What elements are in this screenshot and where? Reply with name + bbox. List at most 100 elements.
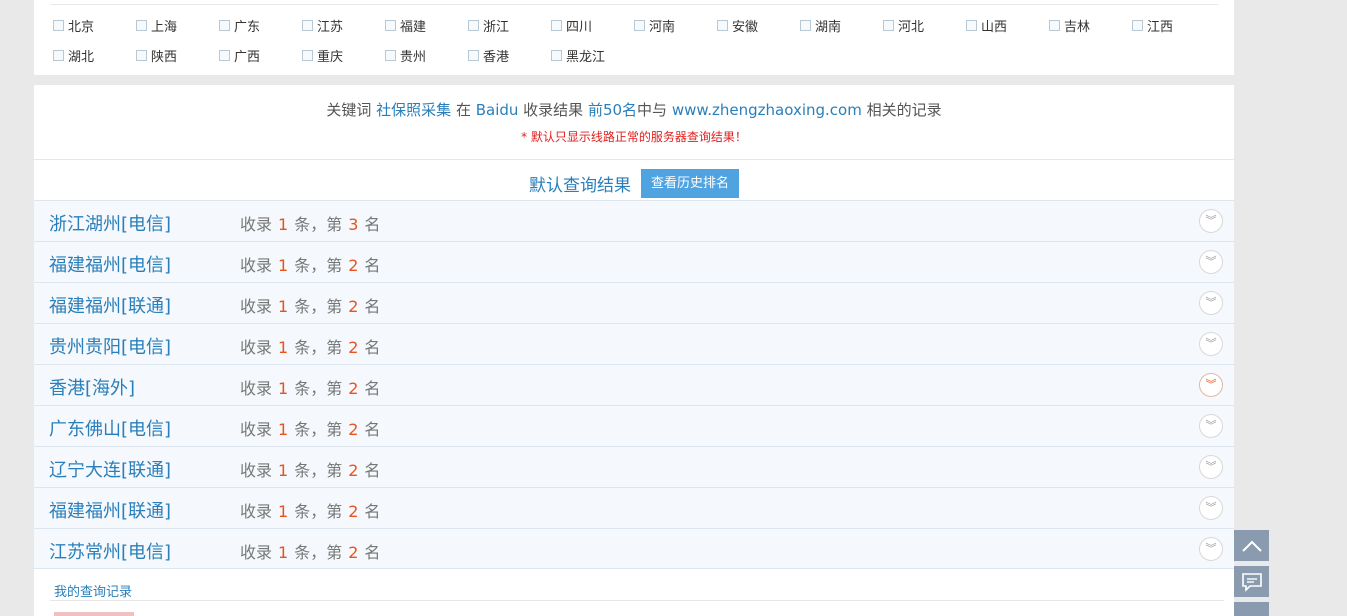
checkbox[interactable] [966,19,977,31]
checkbox[interactable] [551,19,562,31]
region-label: 北京 [68,19,95,35]
checkbox[interactable] [219,19,230,31]
double-chevron-down-icon[interactable]: ︾ [1199,455,1223,479]
result-row: 江苏常州[电信] 收录 1 条，第 2 名 ︾ [34,528,1234,569]
region-checkbox-jilin[interactable]: 吉林 [1049,17,1091,35]
chevron-up-icon [1241,540,1262,552]
result-row: 福建福州[联通] 收录 1 条，第 2 名 ︾ [34,282,1234,323]
region-label: 陕西 [151,49,178,65]
region-checkbox-jiangxi[interactable]: 江西 [1132,17,1174,35]
result-row: 贵州贵阳[电信] 收录 1 条，第 2 名 ︾ [34,323,1234,364]
region-checkbox-guizhou[interactable]: 贵州 [385,47,426,65]
region-label: 广西 [234,49,261,65]
included-count: 1 [278,256,289,275]
checkbox[interactable] [53,19,64,31]
region-label: 江西 [1147,19,1174,35]
region-label: 重庆 [317,49,344,65]
included-count: 1 [278,461,289,480]
included-count: 1 [278,338,289,357]
region-label: 吉林 [1064,19,1091,35]
double-chevron-down-icon[interactable]: ︾ [1199,332,1223,356]
server-location: 福建福州[联通] [49,296,172,317]
region-checkbox-guangdong[interactable]: 广东 [219,17,260,35]
checkbox[interactable] [551,49,562,61]
result-stat: 收录 1 条，第 2 名 [240,338,381,357]
checkbox[interactable] [468,19,479,31]
target-domain: www.zhengzhaoxing.com [671,101,862,119]
more-button[interactable] [1234,602,1269,616]
back-to-top-button[interactable] [1234,530,1269,561]
region-label: 福建 [400,19,427,35]
checkbox[interactable] [219,49,230,61]
region-label: 湖南 [815,19,842,35]
server-location: 福建福州[电信] [49,255,172,276]
double-chevron-down-icon[interactable]: ︾ [1199,496,1223,520]
region-checkbox-hubei[interactable]: 湖北 [53,47,95,65]
server-location: 贵州贵阳[电信] [49,337,172,358]
double-chevron-down-icon[interactable]: ︾ [1199,414,1223,438]
region-checkbox-zhejiang[interactable]: 浙江 [468,17,510,35]
region-checkbox-chongqing[interactable]: 重庆 [302,47,344,65]
region-checkbox-hebei[interactable]: 河北 [883,17,924,35]
checkbox[interactable] [634,19,645,31]
included-count: 1 [278,502,289,521]
server-location: 江苏常州[电信] [49,542,172,563]
region-checkbox-anhui[interactable]: 安徽 [717,17,758,35]
checkbox[interactable] [385,19,396,31]
included-count: 1 [278,297,289,316]
result-stat: 收录 1 条，第 2 名 [240,502,381,521]
notice-text: * 默认只显示线路正常的服务器查询结果！ [521,130,747,144]
checkbox[interactable] [385,49,396,61]
rank-number: 2 [348,420,359,439]
checkbox[interactable] [800,19,811,31]
double-chevron-down-icon[interactable]: ︾ [1199,373,1223,397]
checkbox[interactable] [883,19,894,31]
region-checkbox-beijing[interactable]: 北京 [53,17,95,35]
region-label: 浙江 [483,19,510,35]
double-chevron-down-icon[interactable]: ︾ [1199,537,1223,561]
region-checkbox-shanghai[interactable]: 上海 [136,17,177,35]
result-row: 浙江湖州[电信] 收录 1 条，第 3 名 ︾ [34,200,1234,241]
checkbox[interactable] [468,49,479,61]
region-checkbox-heilongjiang[interactable]: 黑龙江 [551,47,606,65]
search-engine: Baidu [475,101,519,119]
divider [50,600,1224,601]
region-checkbox-shaanxi[interactable]: 陕西 [136,47,178,65]
checkbox[interactable] [1049,19,1060,31]
rank-number: 2 [348,502,359,521]
region-checkbox-hunan[interactable]: 湖南 [800,17,842,35]
checkbox[interactable] [302,49,313,61]
rank-number: 2 [348,543,359,562]
region-label: 黑龙江 [566,49,606,65]
checkbox[interactable] [1132,19,1143,31]
chat-bubble-icon [1241,572,1262,592]
region-checkbox-sichuan[interactable]: 四川 [551,17,592,35]
divider [50,4,1218,5]
checkbox[interactable] [717,19,728,31]
result-range: 前50名 [587,101,638,119]
region-checkbox-hongkong[interactable]: 香港 [468,47,510,65]
region-label: 湖北 [68,49,95,65]
region-checkbox-shanxi[interactable]: 山西 [966,17,1008,35]
region-checkbox-henan[interactable]: 河南 [634,17,675,35]
region-checkbox-fujian[interactable]: 福建 [385,17,427,35]
checkbox[interactable] [53,49,64,61]
result-stat: 收录 1 条，第 2 名 [240,379,381,398]
view-history-ranking-button[interactable]: 查看历史排名 [640,168,739,198]
region-checkbox-jiangsu[interactable]: 江苏 [302,17,343,35]
double-chevron-down-icon[interactable]: ︾ [1199,209,1223,233]
checkbox[interactable] [302,19,313,31]
feedback-button[interactable] [1234,566,1269,597]
my-query-history-link[interactable]: 我的查询记录 [54,581,132,600]
result-row: 福建福州[联通] 收录 1 条，第 2 名 ︾ [34,487,1234,528]
double-chevron-down-icon[interactable]: ︾ [1199,291,1223,315]
region-checkbox-guangxi[interactable]: 广西 [219,47,261,65]
checkbox[interactable] [136,49,147,61]
region-label: 香港 [483,49,510,65]
checkbox[interactable] [136,19,147,31]
region-label: 山西 [981,19,1008,35]
results-list: 浙江湖州[电信] 收录 1 条，第 3 名 ︾ 福建福州[电信] 收录 1 条，第 2 名 ︾ … [34,200,1234,569]
result-row: 广东佛山[电信] 收录 1 条，第 2 名 ︾ [34,405,1234,446]
double-chevron-down-icon[interactable]: ︾ [1199,250,1223,274]
rank-number: 2 [348,256,359,275]
